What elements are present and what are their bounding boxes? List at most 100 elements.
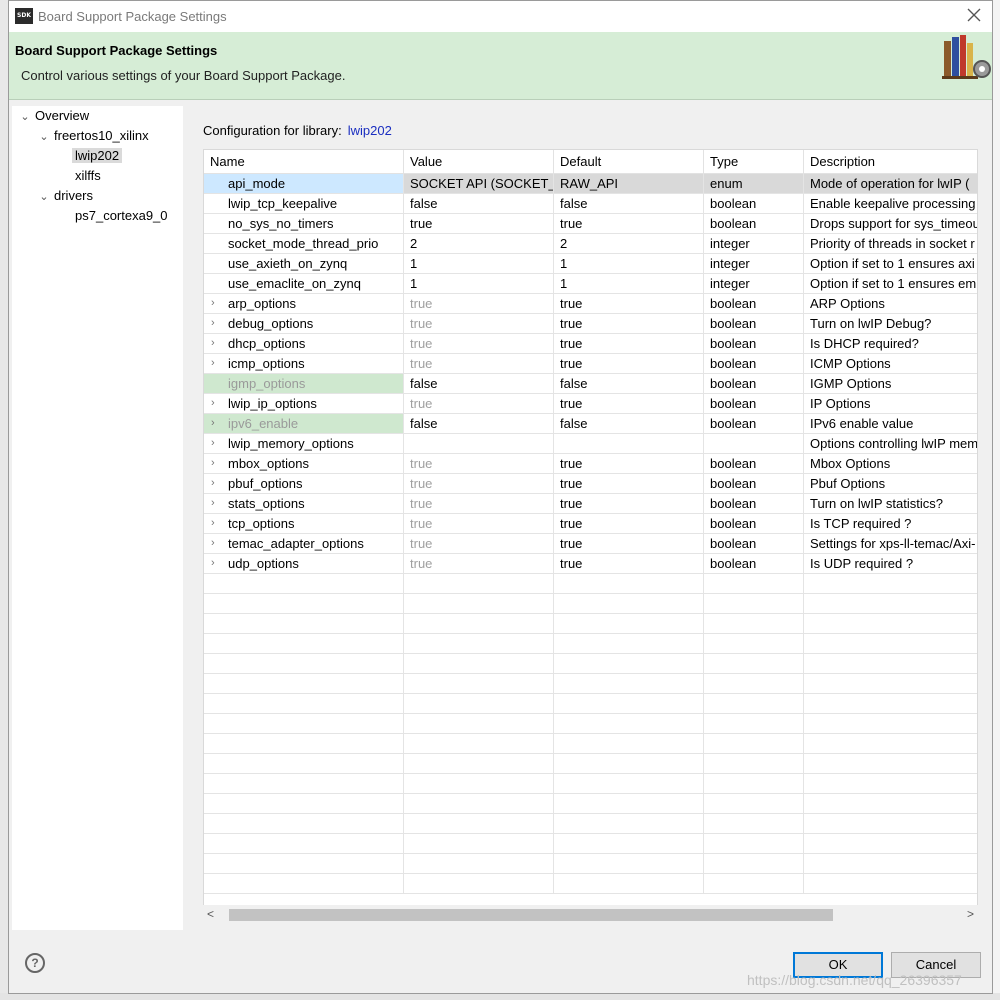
tree-item-xilffs[interactable]: xilffs <box>75 166 101 186</box>
cell-name[interactable]: › lwip_ip_options <box>204 394 404 413</box>
table-row[interactable]: › pbuf_options true true boolean Pbuf Options <box>204 474 977 494</box>
cell-name[interactable]: › temac_adapter_options <box>204 534 404 553</box>
table-row[interactable]: › udp_options true true boolean Is UDP requir… <box>204 554 977 574</box>
cell-value[interactable]: true <box>404 554 554 573</box>
scroll-right-icon[interactable]: > <box>967 905 974 923</box>
chevron-right-icon[interactable]: › <box>211 414 215 433</box>
chevron-right-icon[interactable]: › <box>211 334 215 353</box>
tree-item-overview[interactable]: ⌄ Overview <box>18 106 89 126</box>
cell-value[interactable] <box>404 434 554 453</box>
table-row[interactable]: use_axieth_on_zynq 1 1 integer Option if set… <box>204 254 977 274</box>
cell-name[interactable]: › mbox_options <box>204 454 404 473</box>
cell-value[interactable]: true <box>404 454 554 473</box>
cell-value[interactable]: false <box>404 414 554 433</box>
table-row[interactable]: use_emaclite_on_zynq 1 1 integer Option if s… <box>204 274 977 294</box>
cell-name[interactable]: › dhcp_options <box>204 334 404 353</box>
cell-value[interactable]: 1 <box>404 254 554 273</box>
cell-name[interactable]: › stats_options <box>204 494 404 513</box>
tree-item-freertos10-xilinx[interactable]: ⌄ freertos10_xilinx <box>37 126 148 147</box>
chevron-right-icon[interactable]: › <box>211 434 215 453</box>
help-icon[interactable]: ? <box>25 953 45 973</box>
cell-value[interactable]: false <box>404 194 554 213</box>
cell-name[interactable]: › icmp_options <box>204 354 404 373</box>
chevron-right-icon[interactable]: › <box>211 314 215 333</box>
table-row[interactable]: › ipv6_enable false false boolean IPv6 enable… <box>204 414 977 434</box>
cell-name[interactable]: no_sys_no_timers <box>204 214 404 233</box>
table-row[interactable]: socket_mode_thread_prio 2 2 integer Priority… <box>204 234 977 254</box>
cell-name[interactable]: › lwip_memory_options <box>204 434 404 453</box>
chevron-down-icon[interactable]: ⌄ <box>37 187 51 207</box>
config-library-link[interactable]: lwip202 <box>348 123 392 138</box>
cell-name[interactable]: › arp_options <box>204 294 404 313</box>
table-row[interactable]: › lwip_memory_options Options controlling … <box>204 434 977 454</box>
chevron-down-icon[interactable]: ⌄ <box>18 107 32 127</box>
cell-name[interactable]: api_mode <box>204 174 404 193</box>
cell-default: RAW_API <box>554 174 704 193</box>
cell-value[interactable]: true <box>404 294 554 313</box>
chevron-down-icon[interactable]: ⌄ <box>37 127 51 147</box>
chevron-right-icon[interactable]: › <box>211 554 215 573</box>
cell-value[interactable]: true <box>404 534 554 553</box>
table-row[interactable]: api_mode SOCKET API (SOCKET_... RAW_API enu… <box>204 174 977 194</box>
tree-item-drivers[interactable]: ⌄ drivers <box>37 186 93 206</box>
cell-value[interactable]: true <box>404 314 554 333</box>
cell-value[interactable]: true <box>404 214 554 233</box>
cell-name[interactable]: socket_mode_thread_prio <box>204 234 404 253</box>
table-row[interactable]: › mbox_options true true boolean Mbox Options <box>204 454 977 474</box>
column-header-description[interactable]: Description <box>804 150 977 174</box>
tree-item-label: drivers <box>54 188 94 203</box>
column-header-type[interactable]: Type <box>704 150 804 174</box>
cell-value[interactable]: 2 <box>404 234 554 253</box>
cell-value[interactable]: false <box>404 374 554 393</box>
table-row[interactable]: › temac_adapter_options true true boolean Set… <box>204 534 977 554</box>
close-icon[interactable] <box>964 6 984 26</box>
cell-name[interactable]: › pbuf_options <box>204 474 404 493</box>
cell-name[interactable]: › udp_options <box>204 554 404 573</box>
cell-value[interactable]: true <box>404 394 554 413</box>
cell-name[interactable]: lwip_tcp_keepalive <box>204 194 404 213</box>
table-row[interactable]: › dhcp_options true true boolean Is DHCP requ… <box>204 334 977 354</box>
chevron-right-icon[interactable]: › <box>211 514 215 533</box>
empty-cell <box>804 614 977 633</box>
cell-name[interactable]: use_axieth_on_zynq <box>204 254 404 273</box>
cell-name[interactable]: › ipv6_enable <box>204 414 404 433</box>
table-row[interactable]: no_sys_no_timers true true boolean Drops sup… <box>204 214 977 234</box>
table-row[interactable]: › debug_options true true boolean Turn on lwI… <box>204 314 977 334</box>
chevron-right-icon[interactable]: › <box>211 354 215 373</box>
column-header-name[interactable]: Name <box>204 150 404 174</box>
cell-name[interactable]: › debug_options <box>204 314 404 333</box>
cell-value[interactable]: 1 <box>404 274 554 293</box>
table-row[interactable]: › tcp_options true true boolean Is TCP requir… <box>204 514 977 534</box>
table-row[interactable]: › icmp_options true true boolean ICMP Options <box>204 354 977 374</box>
chevron-right-icon[interactable]: › <box>211 394 215 413</box>
cell-value[interactable]: SOCKET API (SOCKET_... <box>404 174 554 193</box>
chevron-right-icon[interactable]: › <box>211 474 215 493</box>
cell-value[interactable]: true <box>404 334 554 353</box>
cell-default: 1 <box>554 254 704 273</box>
chevron-right-icon[interactable]: › <box>211 534 215 553</box>
cell-value[interactable]: true <box>404 514 554 533</box>
cell-name-text: socket_mode_thread_prio <box>228 236 379 251</box>
horizontal-scrollbar[interactable]: < > <box>203 905 978 923</box>
table-row[interactable]: igmp_options false false boolean IGMP Option… <box>204 374 977 394</box>
tree-item-lwip202[interactable]: lwip202 <box>72 146 123 166</box>
table-row[interactable]: › stats_options true true boolean Turn on lwI… <box>204 494 977 514</box>
column-header-default[interactable]: Default <box>554 150 704 174</box>
scrollbar-thumb[interactable] <box>229 909 833 921</box>
cell-value[interactable]: true <box>404 474 554 493</box>
cell-value[interactable]: true <box>404 354 554 373</box>
tree-item-ps7-cortexa9-0[interactable]: ps7_cortexa9_0 <box>75 206 168 226</box>
table-row[interactable]: › lwip_ip_options true true boolean IP Option… <box>204 394 977 414</box>
scroll-left-icon[interactable]: < <box>207 905 214 923</box>
chevron-right-icon[interactable]: › <box>211 494 215 513</box>
cell-name[interactable]: igmp_options <box>204 374 404 393</box>
chevron-right-icon[interactable]: › <box>211 454 215 473</box>
table-row[interactable]: › arp_options true true boolean ARP Options <box>204 294 977 314</box>
cell-value[interactable]: true <box>404 494 554 513</box>
empty-cell <box>204 694 404 713</box>
chevron-right-icon[interactable]: › <box>211 294 215 313</box>
column-header-value[interactable]: Value <box>404 150 554 174</box>
cell-name[interactable]: use_emaclite_on_zynq <box>204 274 404 293</box>
table-row[interactable]: lwip_tcp_keepalive false false boolean Enabl… <box>204 194 977 214</box>
cell-name[interactable]: › tcp_options <box>204 514 404 533</box>
